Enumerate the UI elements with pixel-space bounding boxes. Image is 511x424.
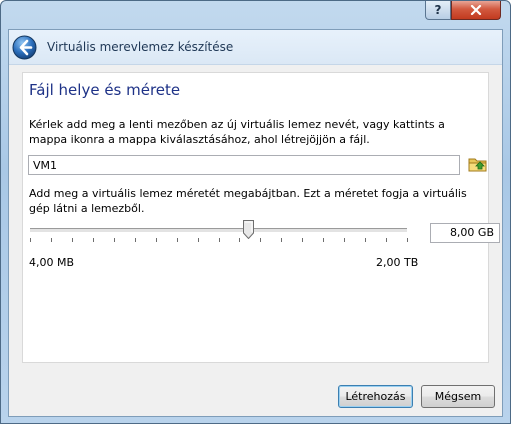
slider-tick [114,238,115,242]
slider-thumb[interactable] [243,220,255,239]
slider-tick [219,238,220,242]
wizard-title: Virtuális merevlemez készítése [47,40,234,54]
slider-tick [72,238,73,242]
size-description: Add meg a virtuális lemez méretét megabá… [29,187,467,215]
wizard-window: ? Virtuális merevlemez készítése Fájl he… [0,0,511,424]
close-icon [470,5,482,15]
slider-tick [260,238,261,242]
slider-tick [365,238,366,242]
slider-tick [177,238,178,242]
slider-tick [386,238,387,242]
slider-tick [156,238,157,242]
slider-tick [135,238,136,242]
help-icon: ? [434,3,442,17]
slider-tick [281,238,282,242]
slider-tick [51,238,52,242]
slider-tick [30,238,31,242]
max-size-label: 2,00 TB [376,256,419,269]
page-title: Fájl helye és mérete [29,81,181,99]
slider-tick [344,238,345,242]
min-size-label: 4,00 MB [29,256,75,269]
title-bar[interactable]: ? [1,1,510,29]
slider-tick [93,238,94,242]
back-arrow-icon[interactable] [12,35,37,60]
help-button[interactable]: ? [425,1,451,20]
wizard-page: Fájl helye és mérete Kérlek add meg a le… [22,72,500,363]
slider-tick [323,238,324,242]
close-button[interactable] [451,1,501,20]
location-description: Kérlek add meg a lenti mezőben az új vir… [29,118,445,146]
file-name-input[interactable] [28,155,460,175]
slider-track [30,228,407,233]
folder-icon[interactable] [468,154,488,174]
size-slider[interactable] [28,219,411,249]
slider-tick [302,238,303,242]
cancel-button[interactable]: Mégsem [421,385,495,408]
wizard-header: Virtuális merevlemez készítése [9,30,502,65]
size-value-field[interactable]: 8,00 GB [430,223,500,243]
slider-tick [407,238,408,242]
slider-tick [239,238,240,242]
create-button[interactable]: Létrehozás [338,385,413,408]
wizard-client-area: Virtuális merevlemez készítése Fájl hely… [8,29,503,417]
slider-tick [198,238,199,242]
